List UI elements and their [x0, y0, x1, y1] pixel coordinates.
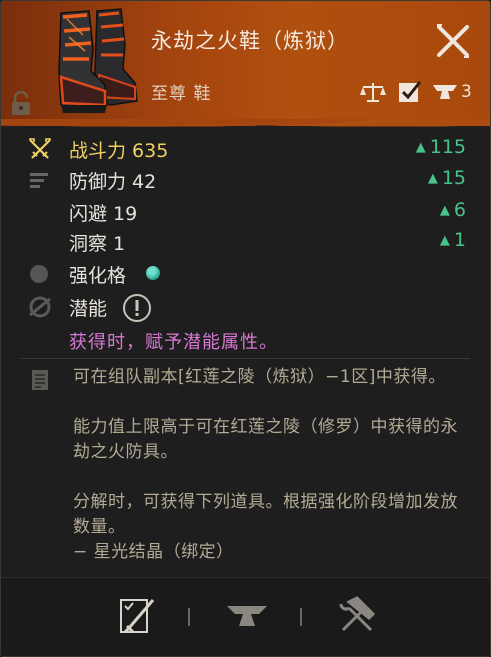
crossed-swords-icon [29, 138, 51, 159]
stat-label: 战斗力 635 [69, 140, 169, 162]
potential-label: 潜能 [69, 298, 108, 320]
anvil-icon[interactable] [431, 80, 459, 104]
stat-row-insight: 洞察 1 ▲ 1 [1, 227, 490, 257]
stat-delta: ▲ 6 [439, 199, 466, 221]
potential-description: 获得时，赋予潜能属性。 [69, 332, 278, 353]
swirl-icon [29, 296, 51, 318]
item-count: 3 [461, 82, 472, 102]
boots-item-icon [58, 8, 138, 113]
scale-icon[interactable] [359, 80, 387, 104]
stat-row-evasion: 闪避 19 ▲ 6 [1, 197, 490, 227]
stat-delta: ▲ 115 [415, 136, 466, 158]
stat-delta: ▲ 15 [427, 167, 466, 189]
item-name: 永劫之火鞋（炼狱） [151, 29, 349, 53]
close-icon[interactable] [433, 21, 473, 61]
stat-row-potential: 潜能 [1, 292, 490, 322]
stat-label: 洞察 1 [69, 233, 126, 255]
separator [188, 608, 190, 626]
anvil-icon[interactable] [225, 594, 269, 638]
header-icon-group: 3 [359, 79, 472, 105]
description-line: 分解时，可获得下列道具。根据强化阶段增加发放数量。 [73, 492, 458, 537]
enhance-label: 强化格 [69, 265, 127, 287]
stat-label: 防御力 42 [69, 171, 157, 193]
bars-icon [30, 173, 48, 188]
item-tooltip: 永劫之火鞋（炼狱） 至尊 鞋 3 战斗力 635 ▲ 115 防御力 42 ▲ … [0, 0, 491, 657]
separator [300, 608, 302, 626]
gem-icon [146, 266, 160, 280]
action-bar [1, 577, 490, 656]
item-header: 永劫之火鞋（炼狱） 至尊 鞋 3 [1, 1, 490, 131]
item-grade: 至尊 鞋 [151, 84, 212, 104]
checklist-sword-icon[interactable] [115, 594, 159, 638]
description-line: 可在组队副本[红莲之陵（炼狱）−1区]中获得。 [73, 367, 446, 387]
description-line: − 星光结晶（绑定） [73, 542, 234, 562]
stat-delta: ▲ 1 [439, 229, 466, 251]
stat-label: 闪避 19 [69, 203, 138, 225]
document-icon [32, 370, 48, 390]
item-description: 可在组队副本[红莲之陵（炼狱）−1区]中获得。 能力值上限高于可在红莲之陵（修罗… [73, 365, 463, 570]
stat-row-defense: 防御力 42 ▲ 15 [1, 165, 490, 195]
checkbox-icon[interactable] [395, 80, 423, 104]
hammer-wrench-icon[interactable] [335, 594, 379, 638]
info-icon[interactable] [121, 292, 153, 324]
stat-row-combat-power: 战斗力 635 ▲ 115 [1, 134, 490, 164]
lock-icon[interactable] [9, 91, 33, 117]
stat-row-enhance-slot: 强化格 [1, 259, 490, 289]
divider [21, 358, 470, 359]
description-line: 能力值上限高于可在红莲之陵（修罗）中获得的永劫之火防具。 [73, 417, 458, 462]
circle-icon [30, 265, 48, 283]
